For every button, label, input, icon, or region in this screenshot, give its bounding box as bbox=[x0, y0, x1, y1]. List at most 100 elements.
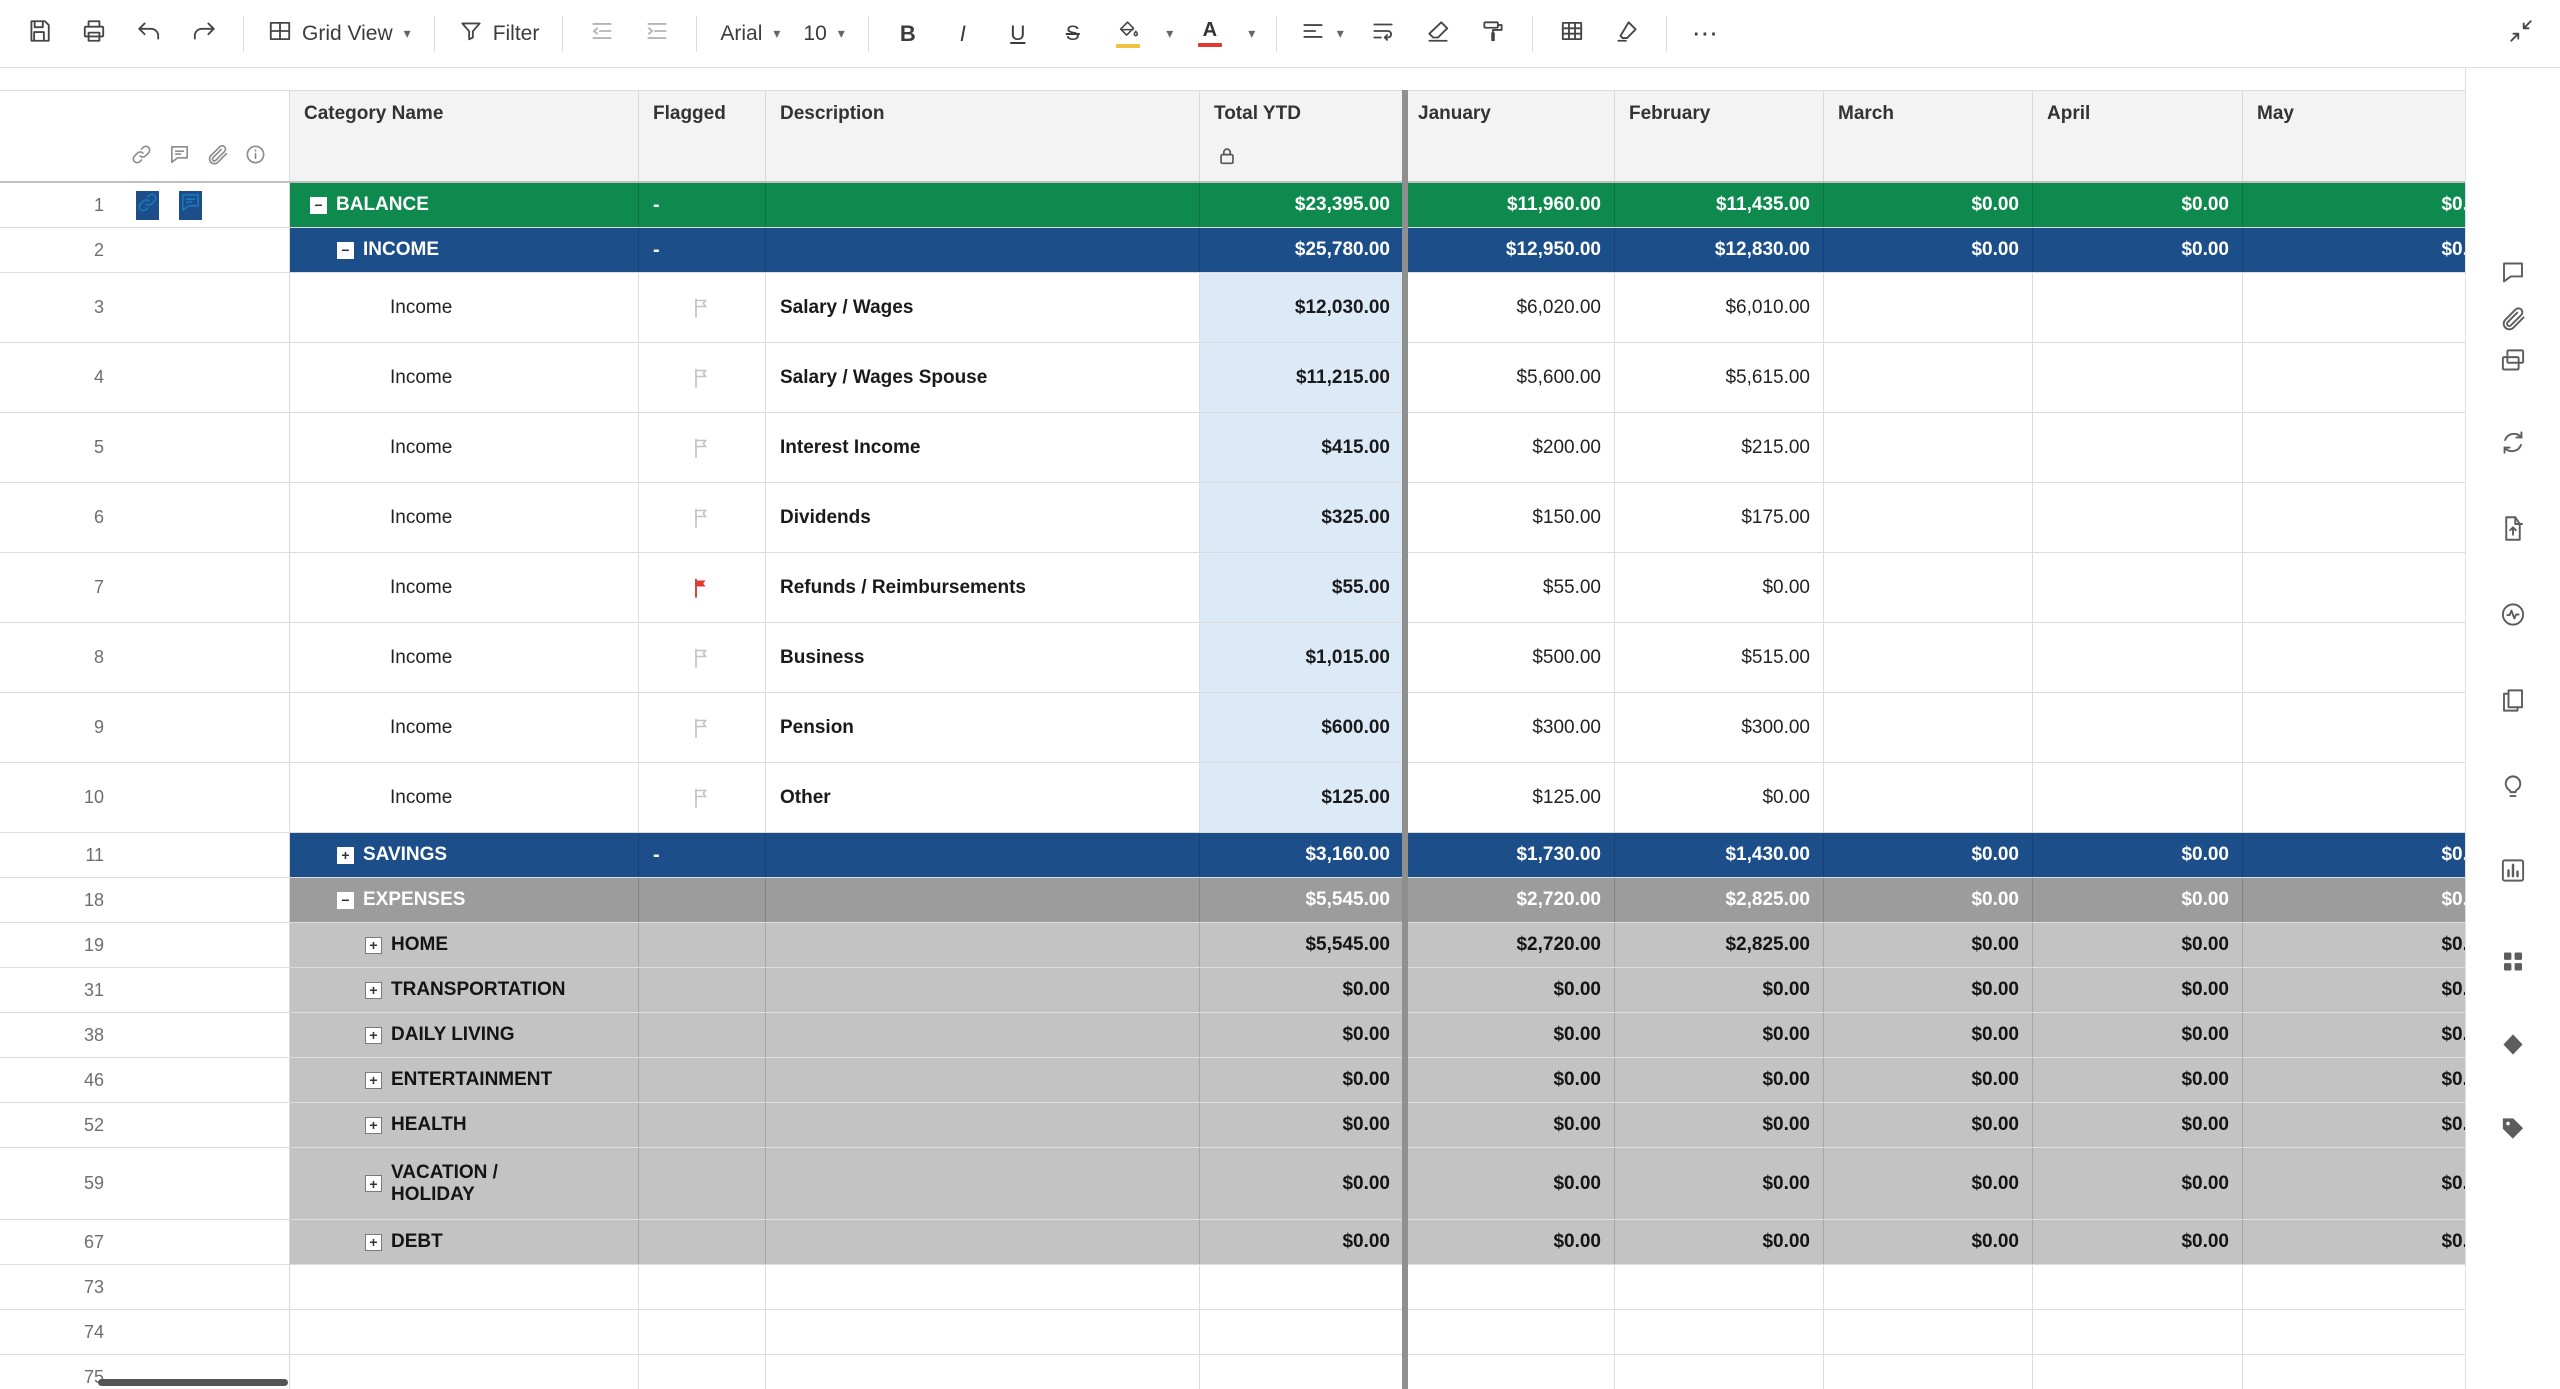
cell-3-february[interactable]: $6,010.00 bbox=[1615, 273, 1824, 342]
cell-67-may[interactable]: $0.00 bbox=[2243, 1220, 2465, 1264]
fill-color-button[interactable] bbox=[1103, 9, 1153, 59]
cell-73-february[interactable] bbox=[1615, 1265, 1824, 1309]
column-header-april[interactable]: April bbox=[2033, 91, 2243, 181]
wrap-text-button[interactable] bbox=[1358, 9, 1408, 59]
row-handle-74[interactable]: 74 bbox=[0, 1310, 290, 1354]
cell-7-total[interactable]: $55.00 bbox=[1200, 553, 1404, 622]
cell-52-flagged[interactable] bbox=[639, 1103, 766, 1147]
comments-icon[interactable] bbox=[179, 190, 202, 220]
cell-6-january[interactable]: $150.00 bbox=[1404, 483, 1615, 552]
cell-2-may[interactable]: $0.00 bbox=[2243, 228, 2465, 272]
cell-46-flagged[interactable] bbox=[639, 1058, 766, 1102]
proofs-icon[interactable] bbox=[2500, 347, 2527, 379]
cell-6-description[interactable]: Dividends bbox=[766, 483, 1200, 552]
cell-10-january[interactable]: $125.00 bbox=[1404, 763, 1615, 832]
cell-5-march[interactable] bbox=[1824, 413, 2033, 482]
font-family-select[interactable]: Arial ▾ bbox=[711, 9, 789, 59]
cell-18-february[interactable]: $2,825.00 bbox=[1615, 878, 1824, 922]
cell-8-category[interactable]: Income bbox=[290, 623, 639, 692]
cell-75-may[interactable] bbox=[2243, 1355, 2465, 1389]
cell-4-flagged[interactable] bbox=[639, 343, 766, 412]
cell-31-april[interactable]: $0.00 bbox=[2033, 968, 2243, 1012]
cell-59-april[interactable]: $0.00 bbox=[2033, 1148, 2243, 1219]
cell-3-january[interactable]: $6,020.00 bbox=[1404, 273, 1615, 342]
cell-52-category[interactable]: + HEALTH bbox=[290, 1103, 639, 1147]
column-header-january[interactable]: January bbox=[1404, 91, 1615, 181]
row-handle-11[interactable]: 11 bbox=[0, 833, 290, 877]
column-header-march[interactable]: March bbox=[1824, 91, 2033, 181]
cell-19-february[interactable]: $2,825.00 bbox=[1615, 923, 1824, 967]
row-handle-46[interactable]: 46 bbox=[0, 1058, 290, 1102]
cell-52-march[interactable]: $0.00 bbox=[1824, 1103, 2033, 1147]
cell-2-flagged[interactable]: - bbox=[639, 228, 766, 272]
italic-button[interactable]: I bbox=[938, 9, 988, 59]
cell-75-march[interactable] bbox=[1824, 1355, 2033, 1389]
cell-9-description[interactable]: Pension bbox=[766, 693, 1200, 762]
cell-11-flagged[interactable]: - bbox=[639, 833, 766, 877]
cell-5-april[interactable] bbox=[2033, 413, 2243, 482]
cell-4-total[interactable]: $11,215.00 bbox=[1200, 343, 1404, 412]
indent-button[interactable] bbox=[632, 9, 682, 59]
tags-icon[interactable] bbox=[2500, 1115, 2527, 1147]
cell-75-total[interactable] bbox=[1200, 1355, 1404, 1389]
strikethrough-button[interactable]: S bbox=[1048, 9, 1098, 59]
cell-74-march[interactable] bbox=[1824, 1310, 2033, 1354]
cell-7-category[interactable]: Income bbox=[290, 553, 639, 622]
cell-11-description[interactable] bbox=[766, 833, 1200, 877]
cell-31-may[interactable]: $0.00 bbox=[2243, 968, 2465, 1012]
cell-8-february[interactable]: $515.00 bbox=[1615, 623, 1824, 692]
cell-6-april[interactable] bbox=[2033, 483, 2243, 552]
cell-4-category[interactable]: Income bbox=[290, 343, 639, 412]
expand-toggle-icon[interactable]: + bbox=[365, 1233, 382, 1251]
row-handle-52[interactable]: 52 bbox=[0, 1103, 290, 1147]
cell-18-flagged[interactable] bbox=[639, 878, 766, 922]
cell-5-category[interactable]: Income bbox=[290, 413, 639, 482]
cell-67-total[interactable]: $0.00 bbox=[1200, 1220, 1404, 1264]
align-button[interactable]: ▾ bbox=[1291, 9, 1353, 59]
cell-1-may[interactable]: $0.00 bbox=[2243, 183, 2465, 227]
row-handle-59[interactable]: 59 bbox=[0, 1148, 290, 1219]
cell-1-february[interactable]: $11,435.00 bbox=[1615, 183, 1824, 227]
cell-8-flagged[interactable] bbox=[639, 623, 766, 692]
cell-1-description[interactable] bbox=[766, 183, 1200, 227]
cell-6-february[interactable]: $175.00 bbox=[1615, 483, 1824, 552]
cell-74-total[interactable] bbox=[1200, 1310, 1404, 1354]
cell-10-april[interactable] bbox=[2033, 763, 2243, 832]
cell-59-flagged[interactable] bbox=[639, 1148, 766, 1219]
filter-button[interactable]: Filter bbox=[449, 9, 549, 59]
cell-18-march[interactable]: $0.00 bbox=[1824, 878, 2033, 922]
clear-format-button[interactable] bbox=[1413, 9, 1463, 59]
link-icon[interactable] bbox=[136, 190, 159, 220]
cell-46-description[interactable] bbox=[766, 1058, 1200, 1102]
row-handle-10[interactable]: 10 bbox=[0, 763, 290, 832]
column-header-category[interactable]: Category Name bbox=[290, 91, 639, 181]
cell-74-april[interactable] bbox=[2033, 1310, 2243, 1354]
cell-52-total[interactable]: $0.00 bbox=[1200, 1103, 1404, 1147]
cell-5-may[interactable] bbox=[2243, 413, 2465, 482]
cell-3-flagged[interactable] bbox=[639, 273, 766, 342]
cell-46-february[interactable]: $0.00 bbox=[1615, 1058, 1824, 1102]
cell-7-april[interactable] bbox=[2033, 553, 2243, 622]
cell-3-april[interactable] bbox=[2033, 273, 2243, 342]
row-handle-5[interactable]: 5 bbox=[0, 413, 290, 482]
cell-19-category[interactable]: + HOME bbox=[290, 923, 639, 967]
cell-9-total[interactable]: $600.00 bbox=[1200, 693, 1404, 762]
cell-75-january[interactable] bbox=[1404, 1355, 1615, 1389]
undo-button[interactable] bbox=[124, 9, 174, 59]
cell-73-category[interactable] bbox=[290, 1265, 639, 1309]
cell-67-march[interactable]: $0.00 bbox=[1824, 1220, 2033, 1264]
cell-31-january[interactable]: $0.00 bbox=[1404, 968, 1615, 1012]
cell-73-march[interactable] bbox=[1824, 1265, 2033, 1309]
cell-52-april[interactable]: $0.00 bbox=[2033, 1103, 2243, 1147]
expand-toggle-icon[interactable]: + bbox=[365, 1071, 382, 1089]
cell-74-category[interactable] bbox=[290, 1310, 639, 1354]
cell-5-flagged[interactable] bbox=[639, 413, 766, 482]
cell-19-may[interactable]: $0.00 bbox=[2243, 923, 2465, 967]
collapse-toggle-icon[interactable]: − bbox=[337, 241, 354, 259]
cell-67-category[interactable]: + DEBT bbox=[290, 1220, 639, 1264]
cell-46-april[interactable]: $0.00 bbox=[2033, 1058, 2243, 1102]
cell-10-may[interactable] bbox=[2243, 763, 2465, 832]
cell-8-may[interactable] bbox=[2243, 623, 2465, 692]
cell-10-category[interactable]: Income bbox=[290, 763, 639, 832]
cell-75-february[interactable] bbox=[1615, 1355, 1824, 1389]
